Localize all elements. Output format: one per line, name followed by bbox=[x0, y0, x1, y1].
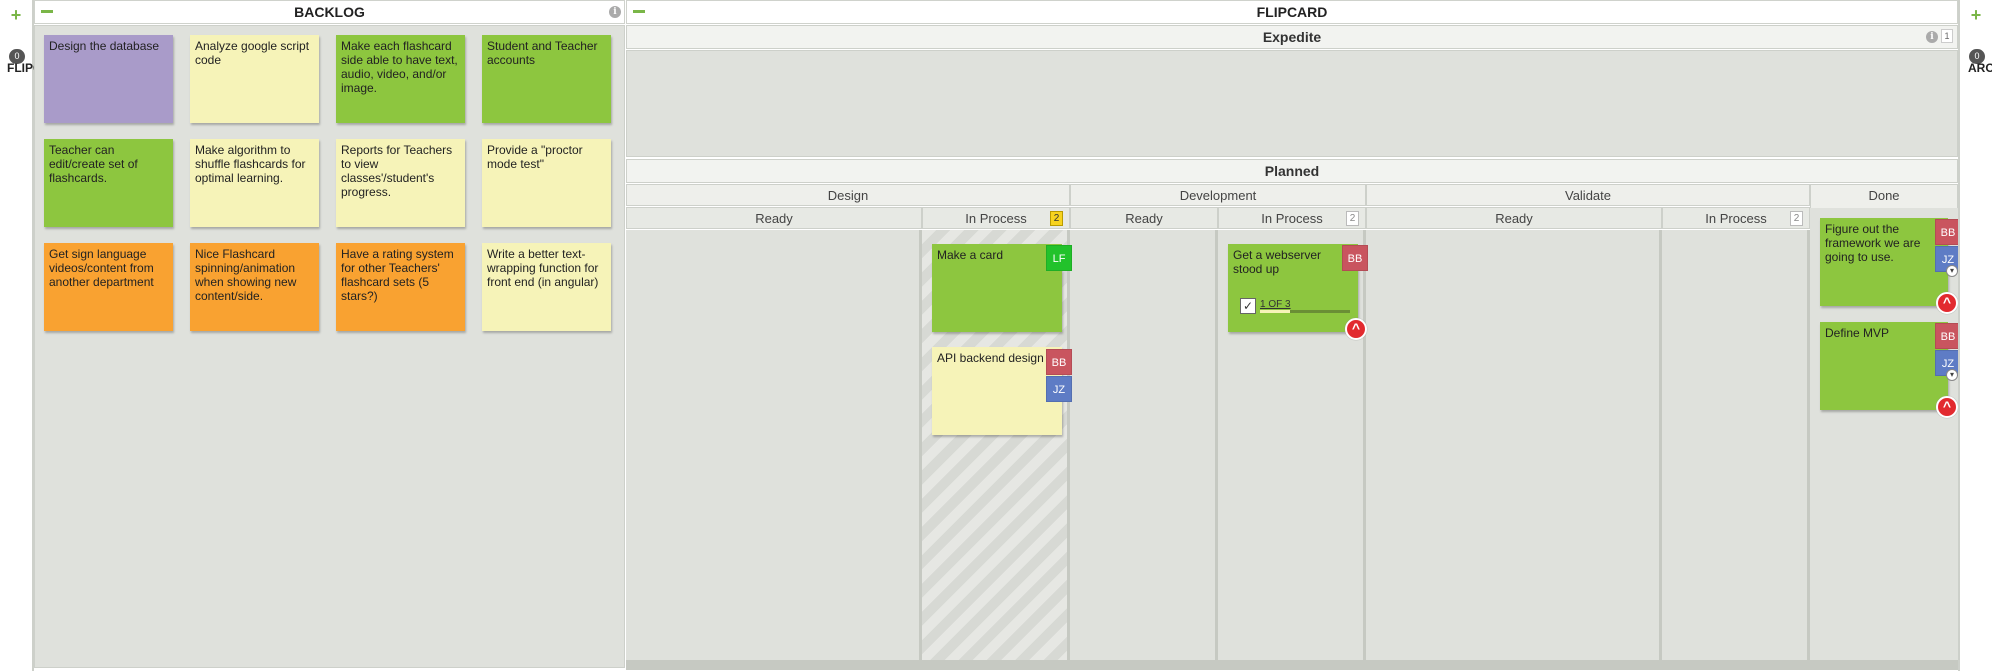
backlog-card[interactable]: Make algorithm to shuffle flashcards for… bbox=[190, 139, 319, 227]
flipcard-header: FLIPCARD bbox=[626, 0, 1958, 24]
card-webserver[interactable]: Get a webserver stood up bbox=[1228, 244, 1358, 332]
subcol-label: In Process bbox=[1705, 211, 1767, 226]
card-collapse-up-icon[interactable]: ^ bbox=[1936, 292, 1958, 314]
card-title: Get a webserver stood up bbox=[1233, 248, 1322, 276]
chevron-down-icon[interactable]: ▾ bbox=[1946, 265, 1958, 277]
left-collapsed-lane[interactable]: + 0 FLIPC bbox=[0, 0, 41, 671]
backlog-card[interactable]: Student and Teacher accounts bbox=[482, 35, 611, 123]
wip-limit-badge: 2 bbox=[1790, 211, 1803, 226]
planned-lane-title: Planned bbox=[626, 159, 1958, 183]
flipcard-title: FLIPCARD bbox=[1256, 4, 1328, 20]
planned-title: Planned bbox=[1264, 163, 1320, 179]
design-ready-header: Ready bbox=[626, 207, 922, 229]
val-inprocess-header: In Process 2 bbox=[1662, 207, 1810, 229]
collapse-flipcard-minus-icon[interactable] bbox=[633, 10, 645, 13]
card-title: Make a card bbox=[937, 248, 1004, 262]
card-title: API backend design bbox=[937, 351, 1044, 365]
backlog-card[interactable]: Design the database bbox=[44, 35, 173, 123]
subcol-label: Ready bbox=[1495, 211, 1533, 226]
card-title: Define MVP bbox=[1825, 326, 1890, 340]
checklist-progress-text[interactable]: 1 OF 3 bbox=[1260, 299, 1291, 310]
card-api-backend[interactable]: API backend design bbox=[932, 347, 1062, 435]
backlog-card[interactable]: Teacher can edit/create set of flashcard… bbox=[44, 139, 173, 227]
backlog-card[interactable]: Nice Flashcard spinning/animation when s… bbox=[190, 243, 319, 331]
group-development: Development bbox=[1070, 184, 1366, 206]
backlog-card[interactable]: Provide a "proctor mode test" bbox=[482, 139, 611, 227]
dev-inprocess-header: In Process 2 bbox=[1218, 207, 1366, 229]
checklist-progress-fill bbox=[1260, 310, 1290, 313]
subcol-label: Ready bbox=[1125, 211, 1163, 226]
card-collapse-up-icon[interactable]: ^ bbox=[1936, 396, 1958, 418]
right-collapsed-lane[interactable]: + 0 ARC bbox=[1958, 0, 1992, 671]
val-ready-column bbox=[1366, 230, 1662, 660]
user-avatar-bb[interactable]: BB bbox=[1046, 349, 1072, 375]
backlog-pane: Design the database Analyze google scrip… bbox=[34, 25, 625, 668]
design-inprocess-header: In Process 2 bbox=[922, 207, 1070, 229]
dev-ready-column bbox=[1070, 230, 1218, 660]
backlog-card[interactable]: Write a better text-wrapping function fo… bbox=[482, 243, 611, 331]
group-design: Design bbox=[626, 184, 1070, 206]
checklist-progress-track bbox=[1260, 310, 1350, 313]
val-inprocess-column bbox=[1662, 230, 1810, 660]
backlog-card[interactable]: Reports for Teachers to view classes'/st… bbox=[336, 139, 465, 227]
expand-lane-plus-icon[interactable]: + bbox=[8, 6, 24, 24]
wip-limit-badge: 2 bbox=[1346, 211, 1359, 226]
expedite-lane bbox=[626, 50, 1958, 157]
board-footer bbox=[626, 660, 1958, 670]
subcol-label: Ready bbox=[755, 211, 793, 226]
expedite-count: 1 bbox=[1941, 29, 1953, 43]
backlog-card[interactable]: Make each flashcard side able to have te… bbox=[336, 35, 465, 123]
wip-limit-badge: 2 bbox=[1050, 211, 1063, 226]
card-make-a-card[interactable]: Make a card bbox=[932, 244, 1062, 332]
lane-label: ARC bbox=[1968, 61, 1992, 75]
card-figure-framework[interactable]: Figure out the framework we are going to… bbox=[1820, 218, 1948, 306]
expand-lane-plus-icon[interactable]: + bbox=[1968, 6, 1984, 24]
backlog-card[interactable]: Analyze google script code bbox=[190, 35, 319, 123]
group-validate: Validate bbox=[1366, 184, 1810, 206]
expedite-info-icon[interactable]: i bbox=[1926, 31, 1938, 43]
expedite-lane-title: Expedite bbox=[626, 25, 1958, 49]
backlog-card[interactable]: Get sign language videos/content from an… bbox=[44, 243, 173, 331]
card-title: Figure out the framework we are going to… bbox=[1825, 222, 1921, 264]
checklist-checkbox-icon[interactable]: ✓ bbox=[1240, 298, 1256, 314]
backlog-card[interactable]: Have a rating system for other Teachers'… bbox=[336, 243, 465, 331]
expedite-title: Expedite bbox=[1262, 29, 1322, 45]
backlog-title: BACKLOG bbox=[294, 4, 365, 20]
user-avatar-jz[interactable]: JZ bbox=[1046, 376, 1072, 402]
backlog-header: BACKLOG bbox=[34, 0, 625, 24]
kanban-board: + 0 FLIPC BACKLOG i Design the database … bbox=[0, 0, 1992, 671]
val-ready-header: Ready bbox=[1366, 207, 1662, 229]
subcol-label: In Process bbox=[965, 211, 1027, 226]
backlog-info-icon[interactable]: i bbox=[609, 6, 621, 18]
card-collapse-up-icon[interactable]: ^ bbox=[1345, 318, 1367, 340]
subcol-label: In Process bbox=[1261, 211, 1323, 226]
chevron-down-icon[interactable]: ▾ bbox=[1946, 369, 1958, 381]
user-avatar-lf[interactable]: LF bbox=[1046, 245, 1072, 271]
card-define-mvp[interactable]: Define MVP bbox=[1820, 322, 1948, 410]
user-avatar-bb[interactable]: BB bbox=[1342, 245, 1368, 271]
collapse-backlog-minus-icon[interactable] bbox=[41, 10, 53, 13]
dev-ready-header: Ready bbox=[1070, 207, 1218, 229]
design-ready-column bbox=[626, 230, 922, 660]
